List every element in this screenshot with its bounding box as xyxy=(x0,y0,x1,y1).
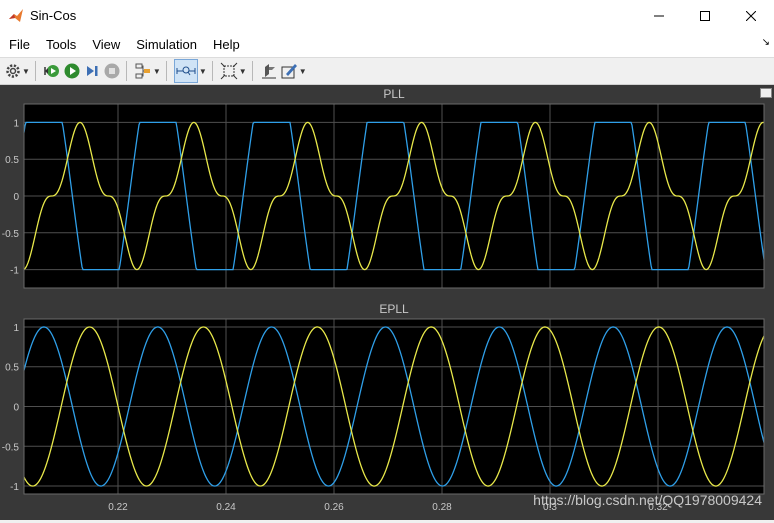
style-button[interactable]: ▼ xyxy=(280,60,307,82)
window-controls xyxy=(636,0,774,31)
y-tick-label: -1 xyxy=(10,266,19,277)
toolbar-separator xyxy=(251,61,253,81)
toolbar-separator xyxy=(125,61,127,81)
signal-selector-button[interactable]: ▼ xyxy=(134,60,161,82)
toolbar: ▼ ▼ ▼ ▼ ▼ xyxy=(0,58,774,85)
y-tick-label: 1 xyxy=(13,118,19,129)
run-icon xyxy=(64,63,80,79)
settings-icon xyxy=(6,64,20,78)
menu-file[interactable]: File xyxy=(0,37,38,52)
maximize-button[interactable] xyxy=(682,0,728,31)
y-tick-label: 0.5 xyxy=(5,155,19,166)
menu-tools[interactable]: Tools xyxy=(38,37,84,52)
scope-area: PLL 1 0.5 0 -0.5 -1 EPLL 1 0.5 0 -0.5 -1 0.22 0.24 0.2… xyxy=(0,85,774,520)
style-dropdown-icon[interactable]: ▼ xyxy=(299,67,307,76)
fit-axes-button[interactable]: ▼ xyxy=(220,60,247,82)
menu-bar: File Tools View Simulation Help ↘ xyxy=(0,31,774,58)
highlight-button[interactable] xyxy=(260,60,278,82)
settings-button[interactable]: ▼ xyxy=(5,60,30,82)
title-bar: Sin-Cos xyxy=(0,0,774,31)
menu-help[interactable]: Help xyxy=(205,37,248,52)
plot-title: PLL xyxy=(383,87,405,101)
stop-icon xyxy=(104,63,120,79)
minimize-button[interactable] xyxy=(636,0,682,31)
x-tick-label: 0.26 xyxy=(324,502,344,513)
menu-dock-arrow-icon[interactable]: ↘ xyxy=(762,37,770,48)
zoom-button[interactable] xyxy=(173,59,198,83)
window-title: Sin-Cos xyxy=(30,8,77,23)
y-tick-label: 0 xyxy=(13,403,19,414)
x-tick-label: 0.28 xyxy=(432,502,452,513)
undock-icon[interactable] xyxy=(760,88,772,98)
run-button[interactable] xyxy=(63,60,81,82)
watermark-text: https://blog.csdn.net/QQ1978009424 xyxy=(533,492,762,508)
y-tick-label: -0.5 xyxy=(2,229,20,240)
menu-view[interactable]: View xyxy=(84,37,128,52)
zoom-icon xyxy=(176,66,196,76)
scope-plots: PLL 1 0.5 0 -0.5 -1 EPLL 1 0.5 0 -0.5 -1 0.22 0.24 0.2… xyxy=(2,87,765,513)
y-tick-label: -1 xyxy=(10,482,19,493)
highlight-icon xyxy=(261,64,276,79)
plot-pll: PLL 1 0.5 0 -0.5 -1 xyxy=(2,87,765,289)
close-button[interactable] xyxy=(728,0,774,31)
x-tick-label: 0.24 xyxy=(216,502,236,513)
y-tick-label: 1 xyxy=(13,323,19,334)
run-back-button[interactable] xyxy=(43,60,61,82)
step-forward-button[interactable] xyxy=(83,60,101,82)
toolbar-separator xyxy=(34,61,36,81)
zoom-dropdown-icon[interactable]: ▼ xyxy=(199,67,207,76)
fit-axes-icon xyxy=(220,62,238,80)
settings-dropdown-icon[interactable]: ▼ xyxy=(22,67,30,76)
y-tick-label: -0.5 xyxy=(2,442,20,453)
x-tick-label: 0.22 xyxy=(108,502,128,513)
fit-axes-dropdown-icon[interactable]: ▼ xyxy=(239,67,247,76)
toolbar-separator xyxy=(211,61,213,81)
signal-selector-dropdown-icon[interactable]: ▼ xyxy=(153,67,161,76)
run-back-icon xyxy=(44,65,59,77)
signal-selector-icon xyxy=(135,63,150,79)
menu-simulation[interactable]: Simulation xyxy=(128,37,205,52)
step-forward-icon xyxy=(86,66,98,76)
plot-title: EPLL xyxy=(379,302,409,316)
y-tick-label: 0.5 xyxy=(5,363,19,374)
toolbar-separator xyxy=(165,61,167,81)
style-icon xyxy=(281,64,297,79)
matlab-logo-icon xyxy=(9,8,23,22)
y-tick-label: 0 xyxy=(13,192,19,203)
plot-epll: EPLL10.50-0.5-10.22 0.24 0.26 0.28 0.3 0.32 xyxy=(2,302,765,513)
stop-button[interactable] xyxy=(103,60,121,82)
